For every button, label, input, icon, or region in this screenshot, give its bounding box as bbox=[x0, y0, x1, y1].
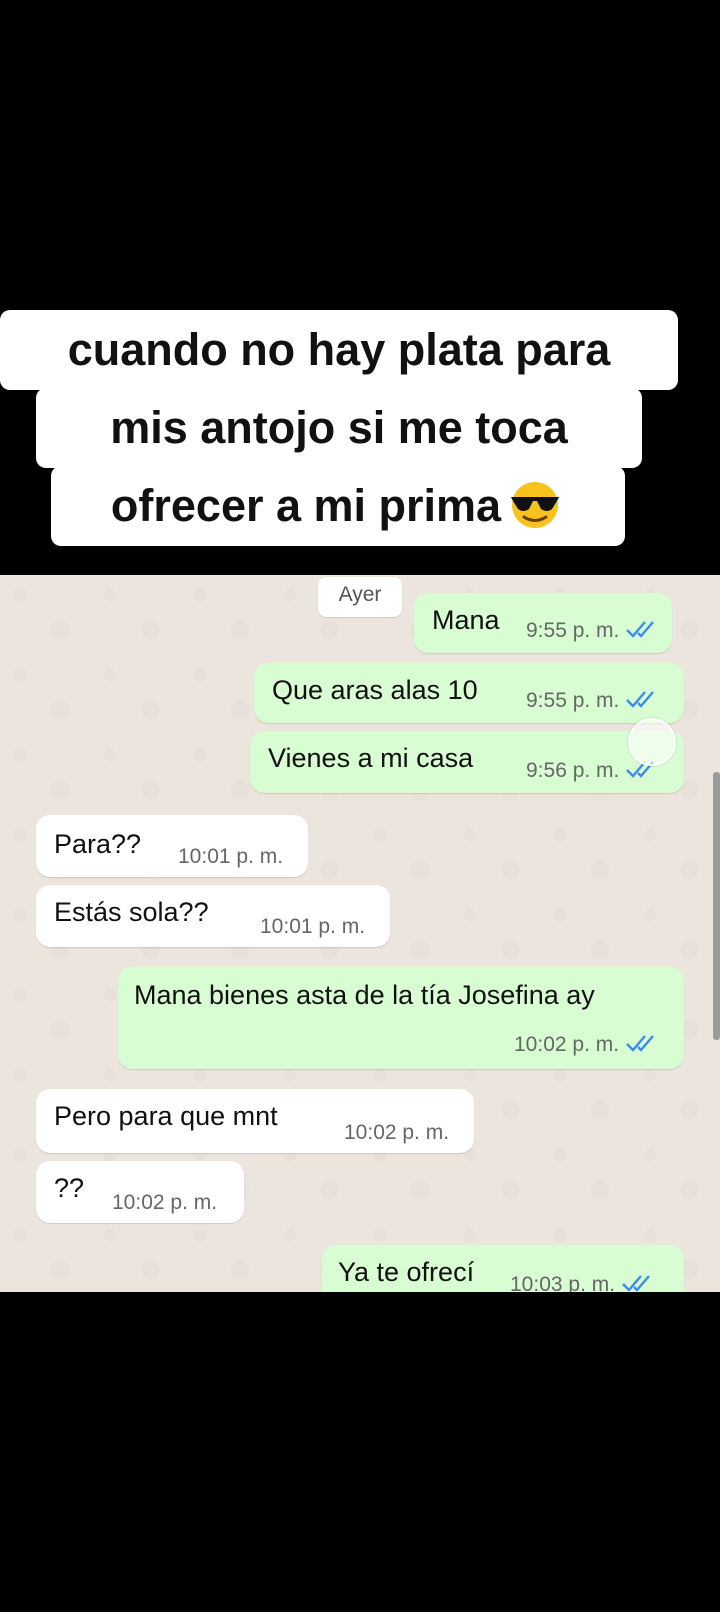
message-text: Ya te ofrecí bbox=[338, 1257, 475, 1287]
message-time-text: 9:55 p. m. bbox=[526, 619, 620, 642]
message-text: Mana bbox=[432, 605, 500, 635]
message-time-text: 9:55 p. m. bbox=[526, 689, 620, 712]
caption-line-3: ofrecer a mi prima bbox=[51, 466, 625, 546]
message-time: 10:01 p. m. bbox=[178, 845, 284, 868]
message-time: 10:02 p. m. bbox=[514, 1033, 659, 1057]
message-text: ?? bbox=[54, 1173, 85, 1203]
date-separator: Ayer bbox=[318, 577, 402, 617]
scrollbar[interactable] bbox=[713, 772, 720, 1040]
double-check-icon bbox=[626, 621, 655, 638]
caption-line-3-text: ofrecer a mi prima bbox=[110, 480, 502, 531]
message-outgoing[interactable]: Ya te ofrecí 10:03 p. m. bbox=[322, 1245, 684, 1292]
message-time: 9:55 p. m. bbox=[526, 619, 659, 643]
message-text: Vienes a mi casa bbox=[268, 743, 474, 773]
message-incoming[interactable]: Para?? 10:01 p. m. bbox=[36, 815, 308, 877]
message-text: Para?? bbox=[54, 829, 142, 859]
message-outgoing[interactable]: Mana 9:55 p. m. bbox=[414, 593, 672, 653]
message-time: 10:03 p. m. bbox=[510, 1273, 655, 1292]
message-outgoing[interactable]: Mana bienes asta de la tía Josefina ay 1… bbox=[118, 967, 684, 1069]
message-time-text: 10:03 p. m. bbox=[510, 1273, 616, 1292]
message-time-text: 10:02 p. m. bbox=[514, 1033, 620, 1056]
sunglasses-face-emoji-icon bbox=[511, 482, 560, 528]
double-check-icon bbox=[626, 691, 655, 708]
message-text: Que aras alas 10 bbox=[272, 675, 478, 705]
message-time: 9:55 p. m. bbox=[526, 689, 659, 713]
double-check-icon bbox=[622, 1275, 650, 1292]
caption-line-1: cuando no hay plata para bbox=[0, 310, 678, 390]
chat-conversation[interactable]: Ayer Mana 9:55 p. m. Que aras alas 10 9:… bbox=[0, 575, 720, 1292]
message-time: 10:02 p. m. bbox=[344, 1121, 450, 1144]
message-time: 10:01 p. m. bbox=[260, 915, 366, 938]
double-check-icon bbox=[626, 1035, 654, 1052]
message-text: Pero para que mnt bbox=[54, 1101, 278, 1131]
message-incoming[interactable]: ?? 10:02 p. m. bbox=[36, 1161, 244, 1223]
message-outgoing[interactable]: Vienes a mi casa 9:56 p. m. bbox=[250, 731, 684, 793]
message-time: 10:02 p. m. bbox=[112, 1191, 218, 1214]
message-incoming[interactable]: Estás sola?? 10:01 p. m. bbox=[36, 885, 390, 947]
message-outgoing[interactable]: Que aras alas 10 9:55 p. m. bbox=[254, 663, 684, 723]
touch-indicator bbox=[628, 718, 676, 766]
message-time-text: 9:56 p. m. bbox=[526, 759, 620, 782]
message-text: Mana bienes asta de la tía Josefina ay bbox=[134, 980, 595, 1010]
caption-line-2: mis antojo si me toca bbox=[36, 388, 642, 468]
message-incoming[interactable]: Pero para que mnt 10:02 p. m. bbox=[36, 1089, 474, 1153]
message-text: Estás sola?? bbox=[54, 897, 209, 927]
